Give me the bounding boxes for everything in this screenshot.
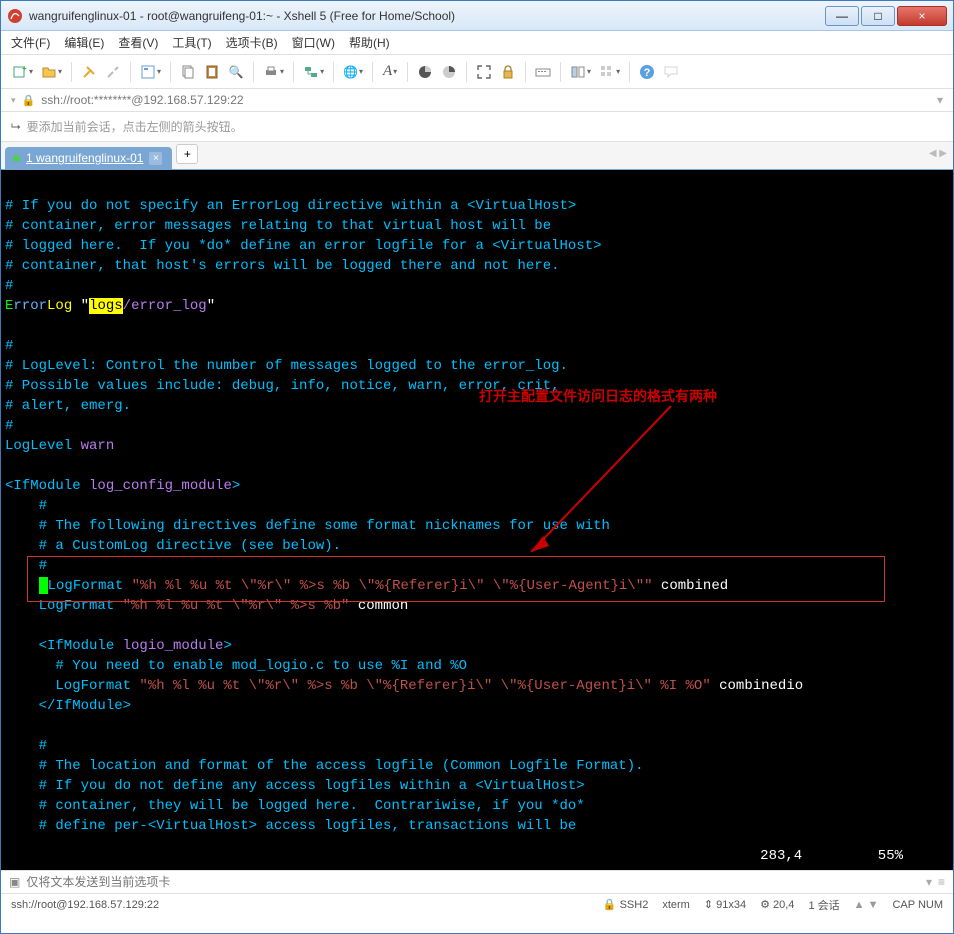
svg-text:?: ? bbox=[644, 67, 651, 79]
status-sessions: 1 会话 bbox=[808, 897, 839, 913]
lock-button[interactable] bbox=[497, 60, 519, 84]
cmd-icon[interactable]: ▣ bbox=[9, 875, 20, 889]
minimize-button[interactable]: — bbox=[825, 6, 859, 26]
tab-bar: 1 wangruifenglinux-01 × + ◀ ▶ bbox=[1, 142, 953, 170]
color2-button[interactable] bbox=[438, 60, 460, 84]
window-titlebar: wangruifenglinux-01 - root@wangruifeng-0… bbox=[1, 1, 953, 31]
maximize-button[interactable]: □ bbox=[861, 6, 895, 26]
new-session-button[interactable]: +▾ bbox=[9, 60, 36, 84]
tab-label: 1 wangruifenglinux-01 bbox=[26, 151, 143, 165]
menu-file[interactable]: 文件(F) bbox=[11, 34, 50, 51]
tab-nav[interactable]: ◀ ▶ bbox=[929, 148, 947, 159]
status-term: xterm bbox=[662, 899, 690, 911]
editor-status: 283,4 55% bbox=[760, 846, 903, 866]
search-icon: 🔍 bbox=[229, 65, 244, 79]
fullscreen-button[interactable] bbox=[473, 60, 495, 84]
window-title: wangruifenglinux-01 - root@wangruifeng-0… bbox=[29, 9, 825, 23]
address-dropdown[interactable]: ▾ bbox=[11, 95, 16, 106]
menu-window[interactable]: 窗口(W) bbox=[292, 34, 335, 51]
status-proto: 🔒 SSH2 bbox=[603, 898, 649, 911]
menu-tools[interactable]: 工具(T) bbox=[172, 34, 211, 51]
globe-icon: 🌐 bbox=[343, 65, 358, 79]
status-size: ⇕ 91x34 bbox=[704, 898, 746, 911]
close-button[interactable]: × bbox=[897, 6, 947, 26]
annotation-arrow-icon bbox=[521, 402, 691, 562]
hint-icon[interactable]: ⮡ bbox=[11, 119, 21, 134]
cursor bbox=[39, 577, 48, 594]
cmd-menu[interactable]: ≡ bbox=[938, 875, 945, 889]
color1-button[interactable] bbox=[414, 60, 436, 84]
font-icon: A bbox=[383, 63, 392, 80]
connect-button[interactable] bbox=[78, 60, 100, 84]
address-more[interactable]: ▾ bbox=[937, 93, 943, 107]
session-tab[interactable]: 1 wangruifenglinux-01 × bbox=[5, 147, 172, 169]
font-button[interactable]: A▾ bbox=[379, 60, 401, 84]
help-button[interactable]: ? bbox=[636, 60, 658, 84]
transfer-button[interactable]: ▾ bbox=[300, 60, 327, 84]
tab-close-button[interactable]: × bbox=[149, 152, 162, 165]
menu-edit[interactable]: 编辑(E) bbox=[64, 34, 104, 51]
command-input[interactable] bbox=[26, 875, 920, 889]
comment-button[interactable] bbox=[660, 60, 682, 84]
new-tab-button[interactable]: + bbox=[176, 144, 198, 164]
toolbar: +▾ ▾ ▾ 🔍 ▾ ▾ 🌐▾ A▾ ▾ ▾ ? bbox=[1, 55, 953, 89]
hint-bar: ⮡ 要添加当前会话，点击左侧的箭头按钮。 bbox=[1, 112, 953, 142]
find-button[interactable]: 🔍 bbox=[225, 60, 247, 84]
menu-tab[interactable]: 选项卡(B) bbox=[226, 34, 278, 51]
app-icon bbox=[7, 8, 23, 24]
connection-status-icon bbox=[13, 155, 20, 162]
tile-button[interactable]: ▾ bbox=[596, 60, 623, 84]
paste-button[interactable] bbox=[201, 60, 223, 84]
menu-bar: 文件(F) 编辑(E) 查看(V) 工具(T) 选项卡(B) 窗口(W) 帮助(… bbox=[1, 31, 953, 55]
open-button[interactable]: ▾ bbox=[38, 60, 65, 84]
address-input[interactable] bbox=[41, 93, 931, 107]
svg-text:+: + bbox=[22, 64, 27, 73]
terminal-container: # If you do not specify an ErrorLog dire… bbox=[1, 170, 953, 870]
menu-help[interactable]: 帮助(H) bbox=[349, 34, 390, 51]
properties-button[interactable]: ▾ bbox=[137, 60, 164, 84]
address-bar: ▾ 🔒 ▾ bbox=[1, 89, 953, 112]
copy-button[interactable] bbox=[177, 60, 199, 84]
disconnect-button[interactable] bbox=[102, 60, 124, 84]
status-connection: ssh://root@192.168.57.129:22 bbox=[11, 899, 159, 911]
status-updown[interactable]: ▲ ▼ bbox=[854, 899, 879, 911]
status-enc: ⚙ 20,4 bbox=[760, 898, 794, 911]
terminal[interactable]: # If you do not specify an ErrorLog dire… bbox=[1, 170, 953, 870]
web-button[interactable]: 🌐▾ bbox=[340, 60, 366, 84]
status-capsnum: CAP NUM bbox=[892, 899, 943, 911]
lock-icon: 🔒 bbox=[22, 94, 36, 107]
keyboard-button[interactable] bbox=[532, 60, 554, 84]
print-button[interactable]: ▾ bbox=[260, 60, 287, 84]
cmd-dropdown[interactable]: ▾ bbox=[926, 875, 932, 889]
command-bar: ▣ ▾ ≡ bbox=[1, 870, 953, 893]
status-bar: ssh://root@192.168.57.129:22 🔒 SSH2 xter… bbox=[1, 893, 953, 915]
menu-view[interactable]: 查看(V) bbox=[118, 34, 158, 51]
hint-text: 要添加当前会话，点击左侧的箭头按钮。 bbox=[27, 118, 243, 135]
layout-button[interactable]: ▾ bbox=[567, 60, 594, 84]
